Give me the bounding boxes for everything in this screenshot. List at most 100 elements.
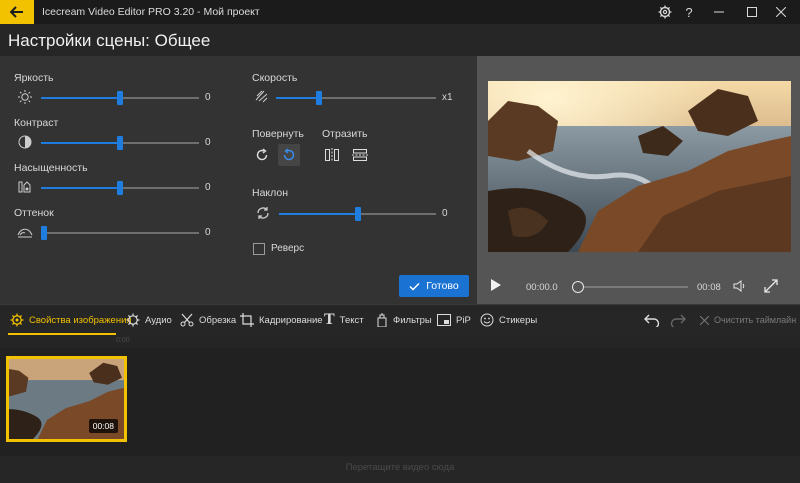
tilt-slider[interactable]	[279, 207, 436, 221]
crop-icon	[240, 313, 254, 327]
video-preview[interactable]	[488, 81, 791, 252]
ruler-mark: 0:00	[116, 337, 130, 344]
speed-icon	[255, 90, 268, 103]
fullscreen-button[interactable]	[764, 279, 778, 298]
undo-button[interactable]	[644, 304, 660, 336]
active-tool-indicator	[8, 333, 116, 335]
redo-icon	[670, 314, 686, 327]
contrast-value: 0	[205, 137, 211, 148]
brightness-value: 0	[205, 92, 211, 103]
maximize-button[interactable]	[737, 0, 767, 24]
saturation-slider-thumb[interactable]	[117, 181, 123, 195]
close-button[interactable]	[766, 0, 796, 24]
tool-label: Фильтры	[393, 314, 432, 326]
contrast-slider[interactable]	[41, 136, 199, 150]
seek-thumb[interactable]	[572, 281, 584, 293]
hue-label: Оттенок	[14, 207, 54, 219]
brightness-slider-thumb[interactable]	[117, 91, 123, 105]
tool-label: Кадрирование	[259, 314, 323, 326]
contrast-label: Контраст	[14, 117, 59, 129]
hue-slider-thumb[interactable]	[41, 226, 47, 240]
filter-icon	[377, 313, 387, 327]
close-icon	[776, 7, 786, 17]
tool-text[interactable]: T Текст	[324, 304, 364, 336]
seek-bar[interactable]	[572, 281, 688, 293]
page-title: Настройки сцены: Общее	[8, 31, 211, 50]
brightness-label: Яркость	[14, 72, 54, 84]
reverse-label: Реверс	[271, 243, 305, 254]
done-button-label: Готово	[426, 280, 459, 292]
help-button[interactable]: ?	[674, 0, 704, 24]
hue-value: 0	[205, 227, 211, 238]
flip-vertical-icon	[352, 149, 368, 161]
tool-label: PiP	[456, 314, 471, 326]
rotate-label: Повернуть	[252, 128, 304, 140]
clear-timeline-button[interactable]: Очистить таймлайн	[700, 304, 796, 336]
saturation-value: 0	[205, 182, 211, 193]
fullscreen-icon	[764, 279, 778, 293]
flip-vertical-button[interactable]	[349, 144, 371, 166]
scene-settings-panel	[0, 56, 477, 304]
flip-label: Отразить	[322, 128, 368, 140]
minimize-icon	[714, 11, 724, 13]
saturation-label: Насыщенность	[14, 162, 88, 174]
tool-audio[interactable]: Аудио	[126, 304, 172, 336]
tool-filters[interactable]: Фильтры	[376, 304, 432, 336]
tool-label: Обрезка	[199, 314, 237, 326]
contrast-icon	[18, 135, 32, 149]
clear-timeline-label: Очистить таймлайн	[714, 315, 797, 325]
minimize-button[interactable]	[704, 0, 734, 24]
rotate-counterclockwise-icon	[283, 148, 295, 161]
tool-label: Свойства изображения	[29, 314, 132, 326]
rotate-left-button[interactable]	[278, 144, 300, 166]
clip-duration-badge: 00:08	[88, 419, 118, 433]
tool-image-properties[interactable]: Свойства изображения	[10, 304, 132, 336]
pip-icon	[437, 314, 451, 326]
tool-stickers[interactable]: Стикеры	[480, 304, 537, 336]
help-icon: ?	[685, 4, 693, 20]
tool-label: Стикеры	[499, 314, 538, 326]
timeline-ruler: 0:00	[0, 336, 800, 348]
hue-slider[interactable]	[41, 226, 199, 240]
tool-crop[interactable]: Кадрирование	[240, 304, 323, 336]
hue-icon	[17, 228, 33, 238]
checkmark-icon	[409, 282, 420, 291]
speed-slider[interactable]	[276, 91, 436, 105]
contrast-slider-thumb[interactable]	[117, 136, 123, 150]
sticker-icon	[480, 313, 494, 327]
maximize-icon	[747, 7, 757, 17]
rotate-clockwise-icon	[256, 148, 268, 161]
rotate-right-button[interactable]	[251, 144, 273, 166]
tilt-icon	[257, 207, 269, 219]
tool-label: Текст	[339, 314, 364, 326]
speaker-icon	[733, 280, 745, 292]
back-button[interactable]	[0, 0, 34, 24]
tool-trim[interactable]: Обрезка	[180, 304, 236, 336]
gear-icon	[658, 5, 672, 19]
sun-icon	[18, 90, 32, 104]
back-arrow-icon	[10, 6, 23, 18]
speed-slider-thumb[interactable]	[316, 91, 323, 105]
tilt-label: Наклон	[252, 187, 289, 199]
undo-icon	[644, 314, 660, 327]
clear-icon	[700, 315, 709, 325]
brightness-slider[interactable]	[41, 91, 199, 105]
play-button[interactable]	[490, 278, 502, 297]
scissors-icon	[180, 313, 194, 327]
reverse-checkbox[interactable]	[253, 243, 265, 255]
volume-button[interactable]	[733, 279, 747, 298]
saturation-icon	[18, 181, 31, 193]
app-title: Icecream Video Editor PRO 3.20 - Мой про…	[42, 6, 260, 18]
saturation-slider[interactable]	[41, 181, 199, 195]
done-button[interactable]: Готово	[399, 275, 469, 297]
tool-pip[interactable]: PiP	[437, 304, 471, 336]
redo-button[interactable]	[670, 304, 686, 336]
tilt-slider-thumb[interactable]	[354, 207, 361, 221]
text-icon: T	[324, 311, 335, 328]
timeline-clip[interactable]: 00:08	[6, 356, 127, 442]
flip-horizontal-button[interactable]	[321, 144, 343, 166]
image-settings-icon	[10, 313, 24, 327]
flip-horizontal-icon	[325, 148, 339, 162]
tilt-value: 0	[442, 208, 448, 219]
add-video-hint: Перетащите видео сюда	[345, 462, 455, 473]
